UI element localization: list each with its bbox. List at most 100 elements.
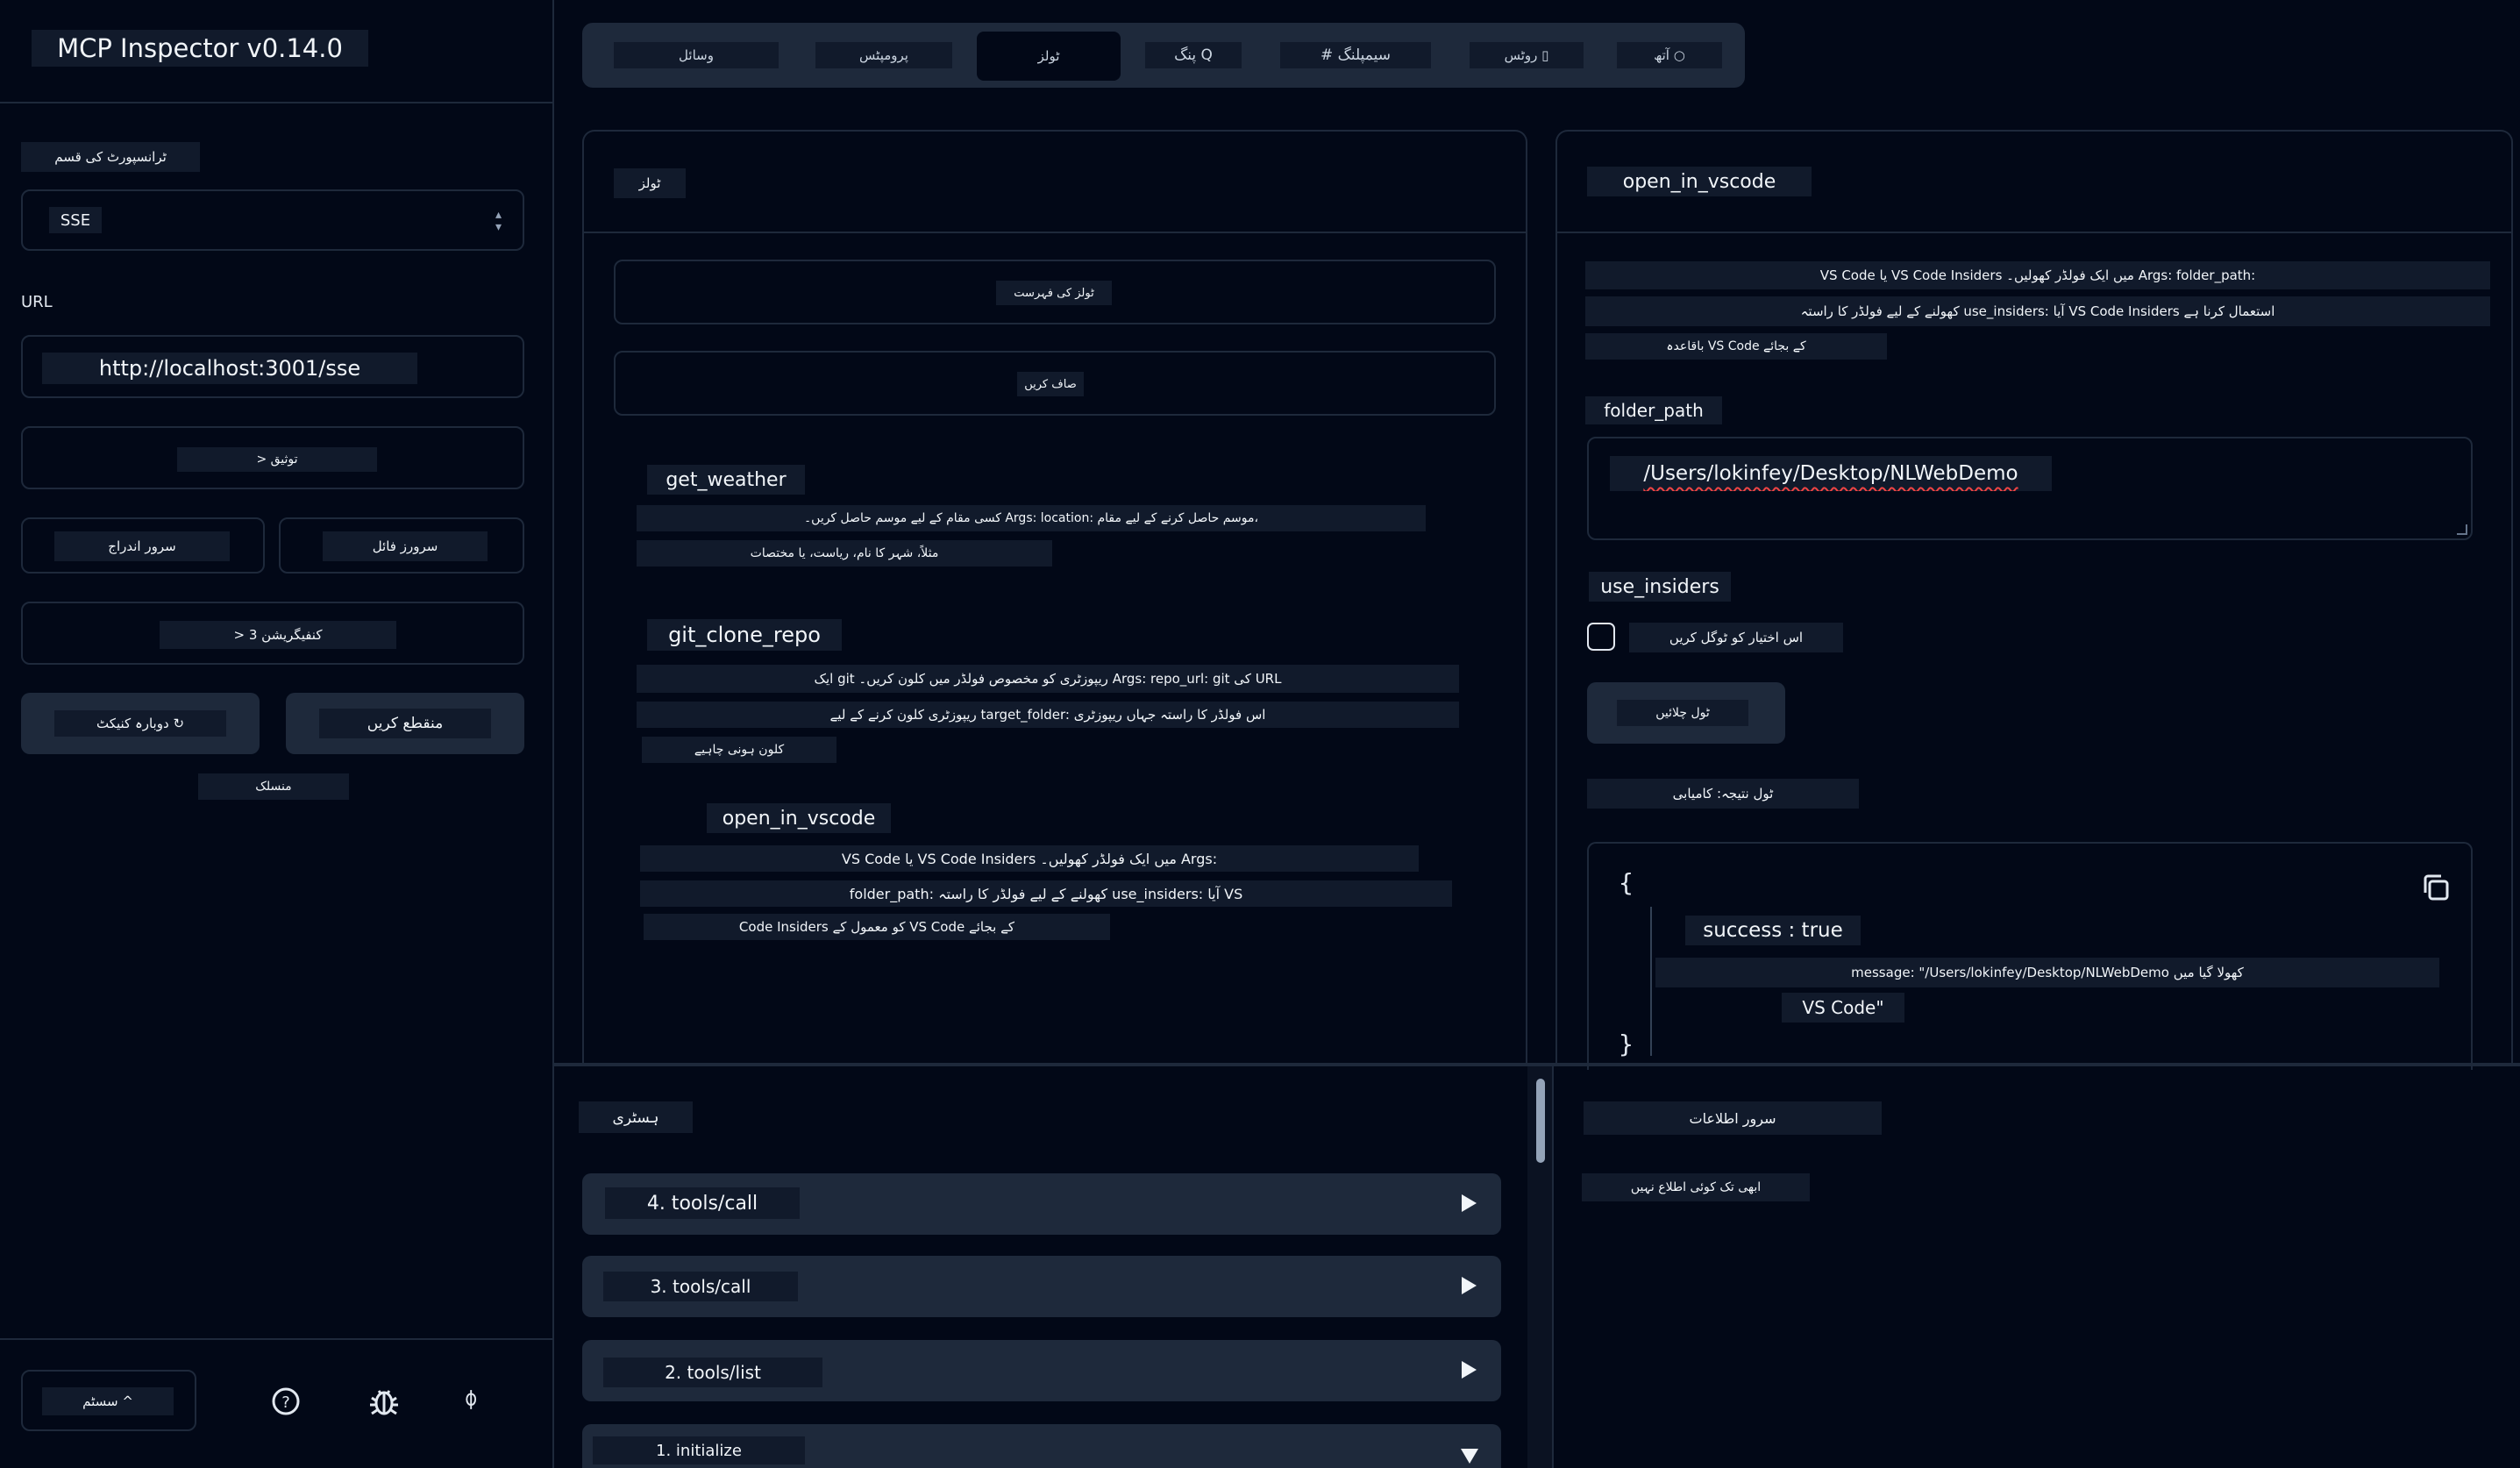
disconnect-button[interactable]: منقطع کریں bbox=[286, 693, 524, 754]
detail-description: VS Code یا VS Code Insiders میں ایک فولڈ… bbox=[1585, 261, 2490, 289]
tool-description: VS Code یا VS Code Insiders میں ایک فولڈ… bbox=[640, 845, 1419, 872]
github-icon[interactable]: ᛰ bbox=[465, 1387, 496, 1417]
sidebar-footer-divider bbox=[0, 1338, 554, 1340]
reconnect-button[interactable]: دوبارہ کنیکٹ ↻ bbox=[21, 693, 260, 754]
list-tools-button[interactable]: ٹولز کی فہرست bbox=[614, 260, 1496, 324]
resize-handle-icon[interactable] bbox=[2457, 524, 2467, 535]
run-tool-button[interactable]: ٹول چلائیں bbox=[1587, 682, 1785, 744]
detail-panel-divider bbox=[1557, 232, 2513, 233]
chevron-down-icon bbox=[1461, 1449, 1478, 1464]
svg-text:?: ? bbox=[281, 1393, 290, 1412]
tools-panel: ٹولز ٹولز کی فہرست صاف کریں get_weather … bbox=[582, 130, 1527, 1063]
chevron-right-icon bbox=[1462, 1277, 1477, 1294]
app-title: MCP Inspector v0.14.0 bbox=[32, 30, 368, 67]
detail-panel-title: open_in_vscode bbox=[1587, 167, 1812, 196]
tool-name: git_clone_repo bbox=[647, 619, 842, 651]
tab-resources[interactable]: وسائل bbox=[614, 42, 779, 68]
tool-item-open-in-vscode[interactable]: open_in_vscode VS Code یا VS Code Inside… bbox=[637, 803, 1496, 961]
connection-status: منسلک bbox=[198, 773, 349, 800]
theme-select[interactable]: سسٹم ^ bbox=[21, 1370, 196, 1431]
config-label: > 3 کنفیگریشن bbox=[160, 621, 396, 649]
use-insiders-checkbox[interactable] bbox=[1587, 623, 1615, 651]
tab-bar: وسائل پرومپٹس ٹولز پنگ Q # سیمپلنگ روٹس … bbox=[582, 23, 1745, 88]
transport-value: SSE bbox=[49, 207, 102, 233]
vertical-divider bbox=[1552, 1066, 1554, 1468]
tool-description: ریپوزٹری کلون کرنے کے لیے target_folder:… bbox=[637, 702, 1459, 728]
help-icon[interactable]: ? bbox=[270, 1386, 302, 1417]
tool-description: مثلاً، شہر کا نام، ریاست، یا مختصات bbox=[637, 540, 1052, 567]
tool-item-get-weather[interactable]: get_weather کسی مقام کے لیے موسم حاصل کر… bbox=[637, 458, 1496, 567]
history-title: ہسٹری bbox=[579, 1101, 693, 1133]
json-message-cont: VS Code" bbox=[1782, 993, 1904, 1023]
tab-tools[interactable]: ٹولز bbox=[977, 32, 1121, 81]
use-insiders-label: use_insiders bbox=[1589, 572, 1731, 602]
url-value: http://localhost:3001/sse bbox=[42, 353, 417, 384]
json-brace-open: { bbox=[1619, 868, 1634, 897]
tools-panel-divider bbox=[584, 232, 1527, 233]
bug-icon[interactable] bbox=[367, 1384, 402, 1419]
auth-button[interactable]: > توثیق bbox=[21, 426, 524, 489]
copy-icon[interactable] bbox=[2420, 872, 2452, 903]
json-success: success : true bbox=[1685, 916, 1861, 945]
list-tools-label: ٹولز کی فہرست bbox=[996, 281, 1112, 305]
result-json-viewer: { success : true message: "/Users/lokinf… bbox=[1587, 842, 2473, 1070]
tool-description: ایک git ریپوزٹری کو مخصوص فولڈر میں کلون… bbox=[637, 665, 1459, 693]
sidebar-divider bbox=[0, 102, 554, 103]
tool-description: folder_path: کھولنے کے لیے فولڈر کا راست… bbox=[640, 880, 1452, 907]
url-input[interactable]: http://localhost:3001/sse bbox=[21, 335, 524, 398]
tool-name: open_in_vscode bbox=[707, 803, 891, 833]
history-item[interactable]: 4. tools/call bbox=[582, 1173, 1501, 1235]
tool-description: کلون ہونی چاہیے bbox=[642, 737, 836, 763]
history-scrollbar[interactable] bbox=[1527, 1066, 1552, 1468]
server-entry-label: سرور اندراج bbox=[54, 531, 230, 561]
transport-label: ٹرانسپورٹ کی قسم bbox=[21, 142, 200, 172]
history-item-label: 1. initialize bbox=[593, 1436, 805, 1464]
config-button[interactable]: > 3 کنفیگریشن bbox=[21, 602, 524, 665]
detail-description: کھولنے کے لیے فولڈر کا راستہ use_insider… bbox=[1585, 296, 2490, 326]
tool-description: Code Insiders کو معمول کے VS Code کے بجا… bbox=[644, 914, 1110, 940]
server-file-button[interactable]: سرورز فائل bbox=[279, 517, 524, 574]
theme-label: سسٹم ^ bbox=[42, 1387, 174, 1415]
notifications-empty: ابھی تک کوئی اطلاع نہیں bbox=[1582, 1173, 1810, 1201]
clear-tools-button[interactable]: صاف کریں bbox=[614, 351, 1496, 416]
json-brace-close: } bbox=[1619, 1030, 1634, 1058]
transport-select[interactable]: SSE ▴ ▾ bbox=[21, 189, 524, 251]
history-item[interactable]: 3. tools/call bbox=[582, 1256, 1501, 1317]
history-item[interactable]: 1. initialize bbox=[582, 1424, 1501, 1468]
server-file-label: سرورز فائل bbox=[323, 531, 488, 561]
clear-tools-label: صاف کریں bbox=[1017, 372, 1084, 396]
tool-result-label: ٹول نتیجہ: کامیابی bbox=[1587, 779, 1859, 809]
disconnect-label: منقطع کریں bbox=[319, 709, 491, 738]
history-item-label: 4. tools/call bbox=[605, 1187, 800, 1219]
tool-description: کسی مقام کے لیے موسم حاصل کریں۔ Args: lo… bbox=[637, 505, 1426, 531]
folder-path-value: /Users/lokinfey/Desktop/NLWebDemo bbox=[1610, 456, 2052, 491]
scrollbar-thumb[interactable] bbox=[1536, 1079, 1545, 1163]
run-tool-label: ٹول چلائیں bbox=[1617, 700, 1748, 726]
auth-button-label: > توثیق bbox=[177, 447, 377, 472]
history-item-label: 3. tools/call bbox=[603, 1272, 798, 1301]
tab-ping[interactable]: پنگ Q bbox=[1145, 42, 1242, 68]
reconnect-label: دوبارہ کنیکٹ ↻ bbox=[54, 710, 226, 737]
tab-roots[interactable]: روٹس ▯ bbox=[1470, 42, 1584, 68]
json-message: message: "/Users/lokinfey/Desktop/NLWebD… bbox=[1655, 958, 2439, 987]
tool-detail-panel: open_in_vscode VS Code یا VS Code Inside… bbox=[1555, 130, 2513, 1070]
sidebar: MCP Inspector v0.14.0 ٹرانسپورٹ کی قسم S… bbox=[0, 0, 554, 1468]
tab-prompts[interactable]: پرومپٹس bbox=[815, 42, 952, 68]
tab-sampling[interactable]: # سیمپلنگ bbox=[1280, 42, 1431, 68]
server-entry-button[interactable]: سرور اندراج bbox=[21, 517, 265, 574]
json-guide-line bbox=[1650, 907, 1652, 1056]
notifications-title: سرور اطلاعات bbox=[1584, 1101, 1882, 1135]
tool-name: get_weather bbox=[647, 465, 805, 495]
url-label: URL bbox=[21, 292, 53, 311]
history-item[interactable]: 2. tools/list bbox=[582, 1340, 1501, 1401]
detail-description: باقاعدہ VS Code کے بجائے bbox=[1585, 333, 1887, 360]
folder-path-label: folder_path bbox=[1585, 396, 1722, 424]
tool-item-git-clone-repo[interactable]: git_clone_repo ایک git ریپوزٹری کو مخصوص… bbox=[637, 610, 1496, 768]
toggle-label: اس اختیار کو ٹوگل کریں bbox=[1629, 623, 1843, 652]
chevron-right-icon bbox=[1462, 1194, 1477, 1212]
chevron-right-icon bbox=[1462, 1361, 1477, 1379]
folder-path-input[interactable]: /Users/lokinfey/Desktop/NLWebDemo bbox=[1587, 437, 2473, 540]
tab-auth[interactable]: آتھ ○ bbox=[1617, 42, 1722, 68]
history-item-label: 2. tools/list bbox=[603, 1358, 822, 1387]
chevron-up-down-icon: ▴ ▾ bbox=[495, 208, 502, 234]
